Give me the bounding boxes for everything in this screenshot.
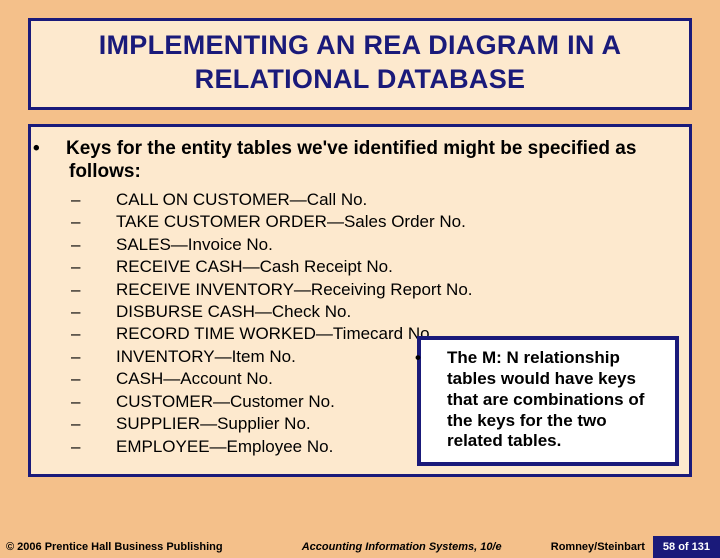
dash-icon: –: [95, 189, 116, 211]
callout-box: •The M: N relationship tables would have…: [417, 336, 679, 466]
intro-label: Keys for the entity tables we've identif…: [66, 138, 636, 182]
footer-book: Accounting Information Systems, 10/e: [223, 541, 551, 553]
dash-icon: –: [95, 279, 116, 301]
slide-footer: © 2006 Prentice Hall Business Publishing…: [0, 536, 720, 558]
intro-text: •Keys for the entity tables we've identi…: [69, 137, 673, 183]
list-item: –DISBURSE CASH—Check No.: [95, 301, 673, 323]
footer-page-number: 58 of 131: [653, 536, 720, 558]
list-item: –RECEIVE INVENTORY—Receiving Report No.: [95, 279, 673, 301]
list-item: –SALES—Invoice No.: [95, 234, 673, 256]
slide-title-box: IMPLEMENTING AN REA DIAGRAM IN A RELATIO…: [28, 18, 692, 110]
bullet-icon: •: [431, 348, 447, 369]
dash-icon: –: [95, 413, 116, 435]
slide-title: IMPLEMENTING AN REA DIAGRAM IN A RELATIO…: [41, 29, 679, 97]
dash-icon: –: [95, 323, 116, 345]
dash-icon: –: [95, 256, 116, 278]
dash-icon: –: [95, 211, 116, 233]
dash-icon: –: [95, 368, 116, 390]
footer-authors: Romney/Steinbart: [551, 541, 653, 553]
bullet-icon: •: [51, 137, 66, 160]
dash-icon: –: [95, 234, 116, 256]
list-item: –CALL ON CUSTOMER—Call No.: [95, 189, 673, 211]
dash-icon: –: [95, 346, 116, 368]
footer-copyright: © 2006 Prentice Hall Business Publishing: [0, 541, 223, 553]
dash-icon: –: [95, 436, 116, 458]
callout-label: The M: N relationship tables would have …: [447, 348, 644, 450]
list-item: –RECEIVE CASH—Cash Receipt No.: [95, 256, 673, 278]
list-item: –TAKE CUSTOMER ORDER—Sales Order No.: [95, 211, 673, 233]
dash-icon: –: [95, 391, 116, 413]
content-box: •Keys for the entity tables we've identi…: [28, 124, 692, 478]
dash-icon: –: [95, 301, 116, 323]
callout-text: •The M: N relationship tables would have…: [431, 348, 665, 452]
